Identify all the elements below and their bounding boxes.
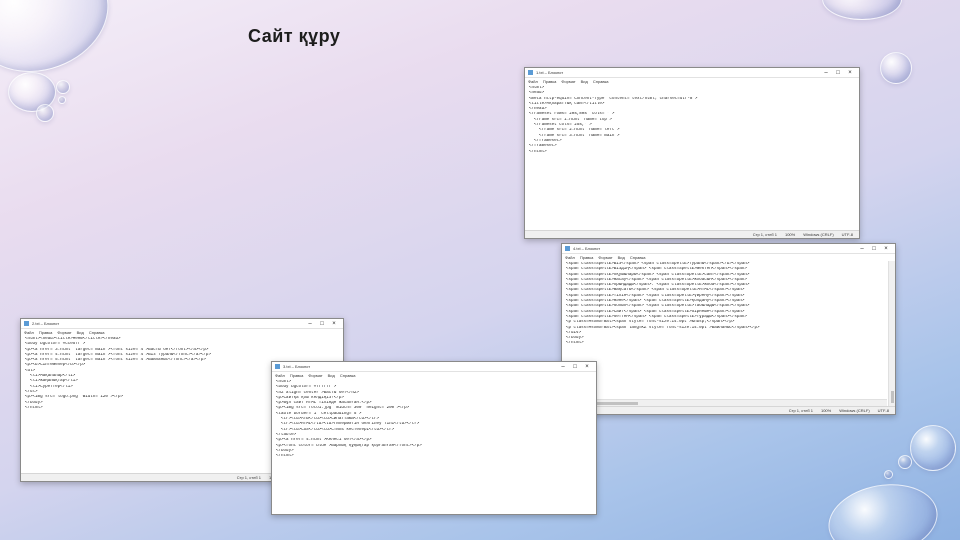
close-icon[interactable]: × (581, 362, 593, 372)
water-drop (898, 455, 912, 469)
minimize-icon[interactable]: – (304, 319, 316, 329)
zoom-level: 100% (820, 408, 832, 413)
water-drop (56, 80, 70, 94)
encoding: UTF-8 (877, 408, 889, 413)
menu-file[interactable]: Файл (275, 373, 285, 378)
cursor-position: Стр 1, стлб 1 (752, 232, 777, 237)
cursor-position: Стр 1, стлб 1 (788, 408, 813, 413)
maximize-icon[interactable]: □ (316, 319, 328, 329)
menu-view[interactable]: Вид (618, 255, 625, 260)
scroll-thumb[interactable] (891, 391, 894, 403)
vertical-scrollbar[interactable] (888, 261, 895, 406)
line-ending: Windows (CRLF) (803, 232, 834, 237)
text-editor[interactable]: <span class=SpellE>Біз</span> <span clas… (562, 261, 887, 399)
minimize-icon[interactable]: – (820, 68, 832, 78)
code-line: </html> (566, 341, 584, 346)
close-icon[interactable]: × (844, 68, 856, 78)
menu-format[interactable]: Формат (308, 373, 322, 378)
window-title: 2.txt – Блокнот (32, 321, 60, 326)
minimize-icon[interactable]: – (557, 362, 569, 372)
menu-help[interactable]: Справка (89, 330, 105, 335)
water-drop (36, 104, 54, 122)
water-drop (58, 96, 66, 104)
notepad-window-1[interactable]: 1.txt – Блокнот – □ × Файл Правка Формат… (524, 67, 860, 239)
menu-help[interactable]: Справка (593, 79, 609, 84)
window-title: 3.txt – Блокнот (283, 364, 311, 369)
maximize-icon[interactable]: □ (868, 244, 880, 254)
menu-edit[interactable]: Правка (39, 330, 53, 335)
title-bar[interactable]: 4.txt – Блокнот – □ × (562, 244, 895, 254)
menu-format[interactable]: Формат (57, 330, 71, 335)
water-drop (910, 425, 956, 471)
menu-file[interactable]: Файл (24, 330, 34, 335)
notepad-icon (24, 321, 29, 326)
menu-help[interactable]: Справка (630, 255, 646, 260)
status-bar: Стр 1, стлб 1 100% Windows (CRLF) UTF-8 (525, 230, 859, 238)
title-bar[interactable]: 3.txt – Блокнот – □ × (272, 362, 596, 372)
notepad-icon (565, 246, 570, 251)
menu-format[interactable]: Формат (561, 79, 575, 84)
water-drop (880, 52, 912, 84)
water-drop (822, 0, 902, 20)
menu-edit[interactable]: Правка (580, 255, 594, 260)
menu-bar: Файл Правка Формат Вид Справка (525, 78, 859, 85)
title-bar[interactable]: 1.txt – Блокнот – □ × (525, 68, 859, 78)
title-bar[interactable]: 2.txt – Блокнот – □ × (21, 319, 343, 329)
zoom-level: 100% (784, 232, 796, 237)
water-drop (822, 475, 944, 540)
menu-view[interactable]: Вид (77, 330, 84, 335)
notepad-icon (275, 364, 280, 369)
cursor-position: Стр 1, стлб 1 (236, 475, 261, 480)
slide-title: Сайт құру (248, 26, 341, 46)
menu-file[interactable]: Файл (528, 79, 538, 84)
minimize-icon[interactable]: – (856, 244, 868, 254)
menu-bar: Файл Правка Формат Вид Справка (272, 372, 596, 379)
text-editor[interactable]: <html> <head> <meta http-equiv="Content-Ty… (525, 85, 859, 230)
menu-edit[interactable]: Правка (543, 79, 557, 84)
menu-edit[interactable]: Правка (290, 373, 304, 378)
menu-view[interactable]: Вид (328, 373, 335, 378)
encoding: UTF-8 (841, 232, 853, 237)
maximize-icon[interactable]: □ (832, 68, 844, 78)
water-drop (884, 470, 893, 479)
menu-bar: Файл Правка Формат Вид Справка (562, 254, 895, 261)
maximize-icon[interactable]: □ (569, 362, 581, 372)
code-line: </html> (276, 454, 294, 459)
notepad-icon (528, 70, 533, 75)
notepad-window-3[interactable]: 3.txt – Блокнот – □ × Файл Правка Формат… (271, 361, 597, 515)
window-title: 4.txt – Блокнот (573, 246, 601, 251)
horizontal-scrollbar[interactable] (562, 399, 887, 406)
menu-bar: Файл Правка Формат Вид Справка (21, 329, 343, 336)
close-icon[interactable]: × (880, 244, 892, 254)
notepad-window-4[interactable]: 4.txt – Блокнот – □ × Файл Правка Формат… (561, 243, 896, 415)
window-title: 1.txt – Блокнот (536, 70, 564, 75)
code-line: </html> (529, 149, 547, 154)
text-editor[interactable]: <html> <body bgcolor="#ffffff"> <h2 align=… (272, 379, 596, 514)
menu-help[interactable]: Справка (340, 373, 356, 378)
menu-file[interactable]: Файл (565, 255, 575, 260)
line-ending: Windows (CRLF) (839, 408, 870, 413)
menu-view[interactable]: Вид (581, 79, 588, 84)
status-bar: Стр 1, стлб 1 100% Windows (CRLF) UTF-8 (562, 406, 895, 414)
menu-format[interactable]: Формат (598, 255, 612, 260)
close-icon[interactable]: × (328, 319, 340, 329)
